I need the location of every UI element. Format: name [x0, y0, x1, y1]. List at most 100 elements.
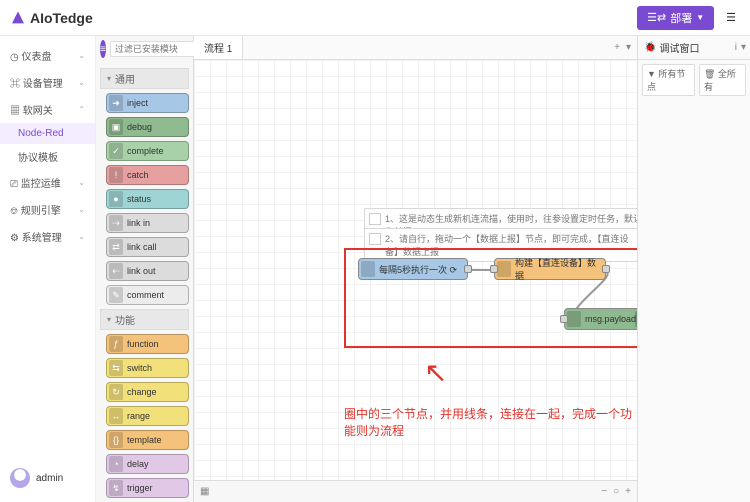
device-icon: ⌘ [10, 79, 23, 90]
palette-node-comment[interactable]: ✎ comment [106, 285, 189, 305]
palette-node-link-call[interactable]: ⇄ link call [106, 237, 189, 257]
palette-node-template[interactable]: {} template [106, 430, 189, 450]
inject-icon: ➜ [109, 95, 123, 111]
link in-icon: ⇢ [109, 215, 123, 231]
monitor-icon: ⎚ [10, 179, 21, 190]
palette-node-trigger[interactable]: ↯ trigger [106, 478, 189, 498]
palette: ≡ 通用 ➜ inject ▣debug ✓complete! catch ● status ⇢… [96, 36, 194, 502]
node-label: trigger [127, 483, 153, 493]
flow-tab[interactable]: 流程 1 [194, 36, 243, 59]
filter-all-nodes[interactable]: ▼ 所有节点 [642, 64, 695, 96]
node-label: inject [127, 98, 148, 108]
nav-dashboard[interactable]: ◷ 仪表盘⌄ [0, 42, 95, 69]
node-inject[interactable]: 每隔5秒执行一次 ⟳ [358, 258, 468, 280]
palette-node-link-in[interactable]: ⇢ link in [106, 213, 189, 233]
rules-icon: ⎊ [10, 206, 21, 217]
canvas[interactable]: 1、这是动态生成新机连流描，使用时，往参设置定时任务，默认为关闭。 2、请自行，… [194, 60, 637, 480]
zoom-out-button[interactable]: − [601, 486, 607, 497]
palette-node-switch[interactable]: ⇆switch [106, 358, 189, 378]
node-label: catch [127, 170, 149, 180]
palette-node-debug[interactable]: ▣debug [106, 117, 189, 137]
avatar [10, 468, 30, 488]
node-label: link in [127, 218, 150, 228]
chevron-down-icon: ▼ [696, 13, 704, 22]
nav-user[interactable]: admin [0, 460, 95, 496]
palette-category[interactable]: 通用 [100, 68, 189, 89]
navigator-button[interactable]: ▦ [200, 486, 209, 497]
sidebar-tab-debug[interactable]: 🐞 调试窗口 [638, 36, 705, 59]
workspace-footer: ▦ − ○ + [194, 480, 637, 502]
palette-node-change[interactable]: ↻ change [106, 382, 189, 402]
node-label: complete [127, 146, 164, 156]
palette-node-catch[interactable]: ! catch [106, 165, 189, 185]
node-debug[interactable]: msg.payload [564, 308, 637, 330]
sidebar: 🐞 调试窗口 i ▾ ▼ 所有节点 🗑 全所有 [638, 36, 750, 502]
delay-icon: ◔ [109, 456, 123, 472]
catch-icon: ! [109, 167, 123, 183]
tabs-menu-button[interactable]: ▾ [626, 42, 631, 53]
node-function[interactable]: 构建【直连设备】数据 [494, 258, 606, 280]
sidebar-info-button[interactable]: i [735, 42, 737, 53]
annotation-arrow-icon: ↖ [424, 356, 447, 389]
node-label: msg.payload [585, 314, 636, 324]
node-label: link out [127, 266, 156, 276]
gateway-icon: ▦ [10, 106, 23, 117]
user-label: admin [36, 473, 63, 484]
nav-nodered[interactable]: Node-Red [0, 123, 95, 144]
bug-icon: 🐞 [644, 42, 656, 53]
zoom-reset-button[interactable]: ○ [613, 486, 619, 497]
node-label: 构建【直连设备】数据 [515, 256, 599, 282]
link out-icon: ⇠ [109, 263, 123, 279]
brand: AIoTedge [10, 10, 93, 26]
function-icon [497, 261, 511, 277]
node-label: comment [127, 290, 164, 300]
add-tab-button[interactable]: + [614, 42, 620, 53]
node-label: link call [127, 242, 157, 252]
template-icon: {} [109, 432, 123, 448]
nav-device[interactable]: ⌘ 设备管理⌄ [0, 69, 95, 96]
nav-rules[interactable]: ⎊ 规则引擎⌄ [0, 196, 95, 223]
palette-node-link-out[interactable]: ⇠ link out [106, 261, 189, 281]
palette-node-function[interactable]: ƒfunction [106, 334, 189, 354]
nav-system[interactable]: ⚙ 系统管理⌄ [0, 223, 95, 250]
node-label: range [127, 411, 150, 421]
node-label: status [127, 194, 151, 204]
workspace: 流程 1 + ▾ 1、这是动态生成新机连流描，使用时，往参设置定时任务，默认为关… [194, 36, 638, 502]
main-menu-button[interactable]: ☰ [722, 7, 740, 28]
nav-monitor[interactable]: ⎚ 监控运维⌄ [0, 169, 95, 196]
annotation-text: 圈中的三个节点，并用线条，连接在一起，完成一个功能则为流程 [344, 405, 637, 439]
deploy-button[interactable]: ☰⇄ 部署 ▼ [637, 6, 714, 30]
gauge-icon: ◷ [10, 52, 22, 63]
debug-icon [567, 311, 581, 327]
nav-protocol[interactable]: 协议模板 [0, 144, 95, 169]
palette-node-complete[interactable]: ✓complete [106, 141, 189, 161]
topbar: AIoTedge ☰⇄ 部署 ▼ ☰ [0, 0, 750, 36]
function-icon: ƒ [109, 336, 123, 352]
switch-icon: ⇆ [109, 360, 123, 376]
sidebar-menu-button[interactable]: ▾ [741, 42, 746, 53]
status-icon: ● [109, 191, 123, 207]
palette-node-range[interactable]: ↔ range [106, 406, 189, 426]
brand-text: AIoTedge [30, 10, 93, 26]
palette-toggle[interactable]: ≡ [100, 40, 106, 58]
system-icon: ⚙ [10, 233, 22, 244]
logo-icon [10, 10, 26, 26]
nav-gateway[interactable]: ▦ 软网关⌃ [0, 96, 95, 123]
change-icon: ↻ [109, 384, 123, 400]
trigger-icon: ↯ [109, 480, 123, 496]
node-label: template [127, 435, 162, 445]
palette-category[interactable]: 功能 [100, 309, 189, 330]
inject-icon [361, 261, 375, 277]
zoom-in-button[interactable]: + [625, 486, 631, 497]
node-label: delay [127, 459, 149, 469]
comment-icon: ✎ [109, 287, 123, 303]
filter-clear[interactable]: 🗑 全所有 [699, 64, 746, 96]
palette-node-inject[interactable]: ➜ inject [106, 93, 189, 113]
link call-icon: ⇄ [109, 239, 123, 255]
range-icon: ↔ [109, 408, 123, 424]
palette-node-status[interactable]: ● status [106, 189, 189, 209]
leftnav: ◷ 仪表盘⌄ ⌘ 设备管理⌄ ▦ 软网关⌃ Node-Red 协议模板 ⎚ 监控… [0, 36, 96, 502]
palette-node-delay[interactable]: ◔ delay [106, 454, 189, 474]
deploy-icon: ☰⇄ [647, 11, 666, 24]
node-label: change [127, 387, 157, 397]
